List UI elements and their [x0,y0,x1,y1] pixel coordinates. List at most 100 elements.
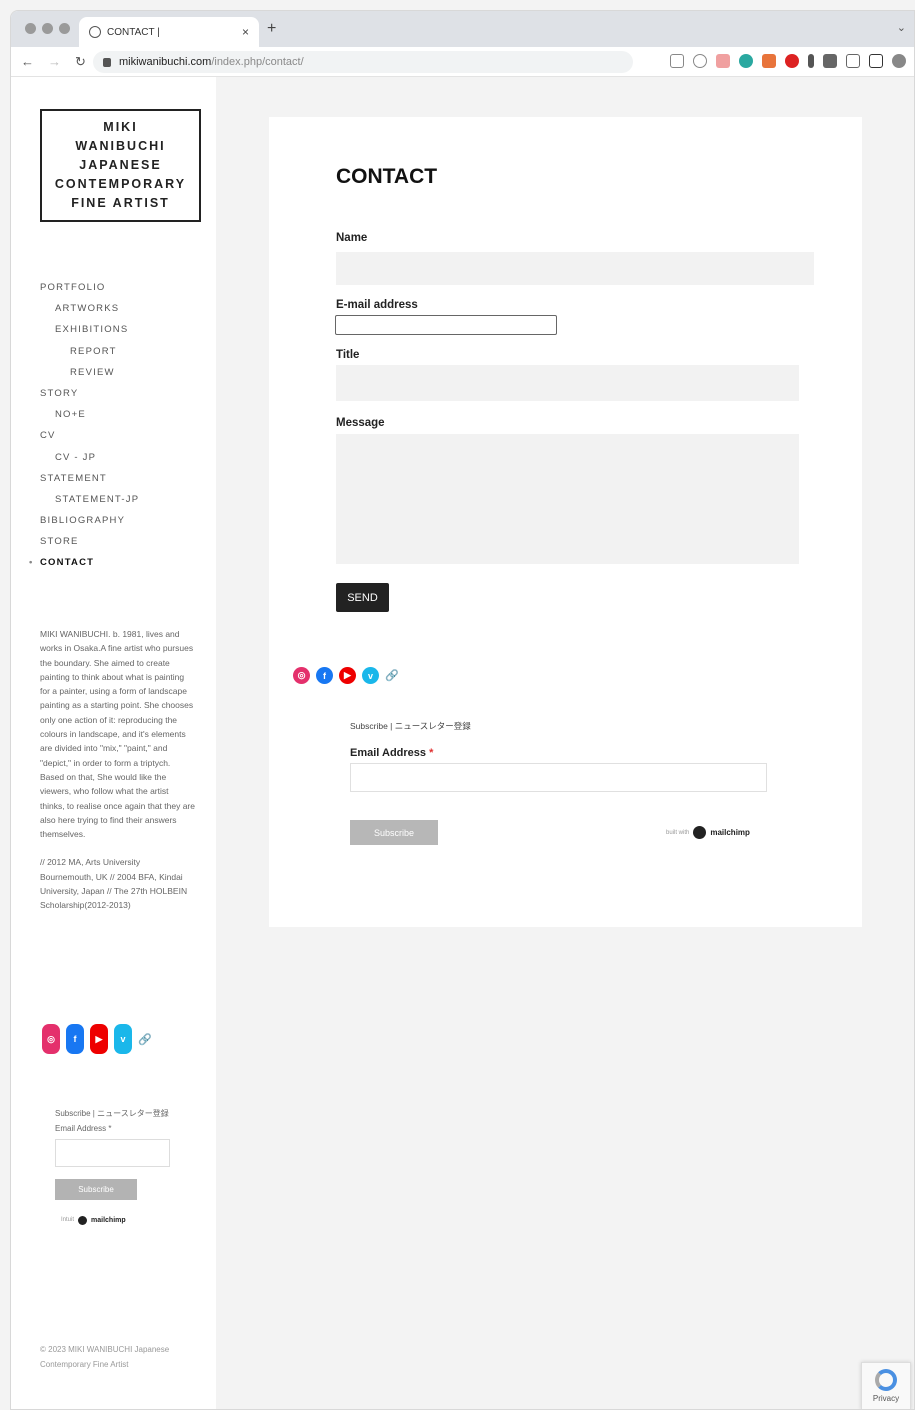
artist-bio: MIKI WANIBUCHI. b. 1981, lives and works… [40,627,195,913]
logo-line: WANIBUCHI [75,139,166,153]
subscribe-email-label-text: Email Address [350,747,427,759]
mailchimp-brand: mailchimp [710,828,750,837]
menu-item-contact[interactable]: CONTACT [29,552,139,573]
facebook-icon[interactable]: f [316,667,333,684]
profile-avatar[interactable] [892,54,906,68]
tab-bar: CONTACT | × + ⌄ [11,11,914,47]
url-path: /index.php/contact/ [211,56,304,68]
message-label: Message [336,417,385,429]
sidebar-mailchimp-intro: Intuit [61,1217,75,1223]
forward-icon[interactable]: → [48,54,61,70]
page: MIKI WANIBUCHI JAPANESE CONTEMPORARY FIN… [11,77,914,1409]
link-icon[interactable]: 🔗 [138,1033,152,1046]
email-label: E-mail address [336,299,418,311]
bio-paragraph: MIKI WANIBUCHI. b. 1981, lives and works… [40,629,195,840]
page-title: CONTACT [336,165,438,188]
menu-item-note[interactable]: NO+E [40,404,139,425]
link-icon[interactable]: 🔗 [385,669,399,682]
extension-fox-icon[interactable] [762,54,776,68]
extensions-puzzle-icon[interactable] [823,54,837,68]
extension-icons [670,54,906,68]
sidepanel-icon[interactable] [869,54,883,68]
logo-line: MIKI [103,120,138,134]
name-field[interactable] [336,252,814,285]
url-host: mikiwanibuchi.com [119,56,212,68]
address-toolbar: ← → ↻ mikiwanibuchi.com/index.php/contac… [11,47,914,77]
extension-x-icon[interactable] [716,54,730,68]
extension-pen-icon[interactable] [808,54,814,68]
close-tab-icon[interactable]: × [242,25,249,39]
recaptcha-icon [875,1369,897,1391]
subscribe-title: Subscribe | ニュースレター登録 [350,721,471,731]
title-label: Title [336,349,360,361]
recaptcha-badge[interactable]: Privacy [861,1362,911,1409]
sidebar-mailchimp-brand: mailchimp [91,1217,126,1224]
vimeo-icon[interactable]: v [362,667,379,684]
logo-line: JAPANESE [79,158,162,172]
youtube-icon[interactable]: ▶ [339,667,356,684]
address-bar[interactable]: mikiwanibuchi.com/index.php/contact/ [93,51,633,73]
sidebar-subscribe-form: Subscribe | ニュースレター登録 Email Address * Su… [55,1107,185,1227]
reading-list-icon[interactable] [846,54,860,68]
tab-contact[interactable]: CONTACT | × [79,17,259,47]
sidebar-mailchimp-badge[interactable]: Intuit mailchimp [55,1214,185,1227]
required-mark: * [429,747,434,759]
name-label: Name [336,232,368,244]
sidebar-subscribe-title: Subscribe | ニュースレター登録 [55,1109,169,1118]
main-menu: PORTFOLIO ARTWORKS EXHIBITIONS REPORT RE… [29,277,139,574]
logo-line: FINE ARTIST [71,196,170,210]
main-social-links: ◎ f ▶ v 🔗 [293,667,399,684]
built-with-text: built with [666,829,690,836]
mailchimp-icon [693,826,707,839]
share-icon[interactable] [670,54,684,68]
sidebar-email-label: Email Address * [55,1124,112,1133]
menu-item-story[interactable]: STORY [40,383,139,404]
globe-icon [89,26,101,38]
menu-item-bibliography[interactable]: BIBLIOGRAPHY [40,510,139,531]
youtube-icon[interactable]: ▶ [90,1024,108,1054]
browser-window: CONTACT | × + ⌄ ← → ↻ mikiwanibuchi.com /… [10,10,915,1410]
extension-red-icon[interactable] [785,54,799,68]
sidebar: MIKI WANIBUCHI JAPANESE CONTEMPORARY FIN… [11,77,216,1409]
window-controls[interactable] [25,23,70,34]
reload-icon[interactable]: ↻ [75,54,86,70]
subscribe-email-label: Email Address * [350,747,433,759]
chevron-down-icon[interactable]: ⌄ [897,21,906,34]
email-field[interactable] [335,315,557,335]
menu-item-portfolio[interactable]: PORTFOLIO [40,277,139,298]
extension-cloud-icon[interactable] [739,54,753,68]
vimeo-icon[interactable]: v [114,1024,132,1054]
menu-item-cv-jp[interactable]: CV - JP [40,447,139,468]
star-icon[interactable] [693,54,707,68]
bio-credentials: // 2012 MA, Arts University Bournemouth,… [40,857,188,911]
menu-item-review[interactable]: REVIEW [40,362,139,383]
instagram-icon[interactable]: ◎ [293,667,310,684]
menu-item-statement[interactable]: STATEMENT [40,468,139,489]
menu-item-artworks[interactable]: ARTWORKS [40,298,139,319]
menu-item-exhibitions[interactable]: EXHIBITIONS [40,319,139,340]
instagram-icon[interactable]: ◎ [42,1024,60,1054]
back-icon[interactable]: ← [21,54,34,70]
mailchimp-icon [78,1216,88,1225]
mailchimp-badge[interactable]: built with mailchimp [666,826,750,839]
message-textarea[interactable] [336,434,799,564]
copyright: © 2023 MIKI WANIBUCHI Japanese Contempor… [40,1345,170,1369]
site-logo[interactable]: MIKI WANIBUCHI JAPANESE CONTEMPORARY FIN… [40,109,201,222]
tab-title: CONTACT | [107,26,160,38]
menu-item-report[interactable]: REPORT [40,341,139,362]
lock-icon [103,57,111,67]
title-field[interactable] [336,365,799,401]
new-tab-icon[interactable]: + [267,20,276,38]
subscribe-button[interactable]: Subscribe [350,820,438,845]
logo-line: CONTEMPORARY [54,177,187,191]
menu-item-statement-jp[interactable]: STATEMENT-JP [40,489,139,510]
menu-item-store[interactable]: STORE [40,531,139,552]
menu-item-cv[interactable]: CV [40,425,139,446]
facebook-icon[interactable]: f [66,1024,84,1054]
sidebar-social-links: ◎ f ▶ v 🔗 [42,1024,152,1054]
send-button[interactable]: SEND [336,583,389,612]
sidebar-email-input[interactable] [55,1139,170,1167]
recaptcha-label: Privacy [872,1394,900,1403]
sidebar-subscribe-button[interactable]: Subscribe [55,1179,137,1200]
subscribe-email-input[interactable] [350,763,767,792]
